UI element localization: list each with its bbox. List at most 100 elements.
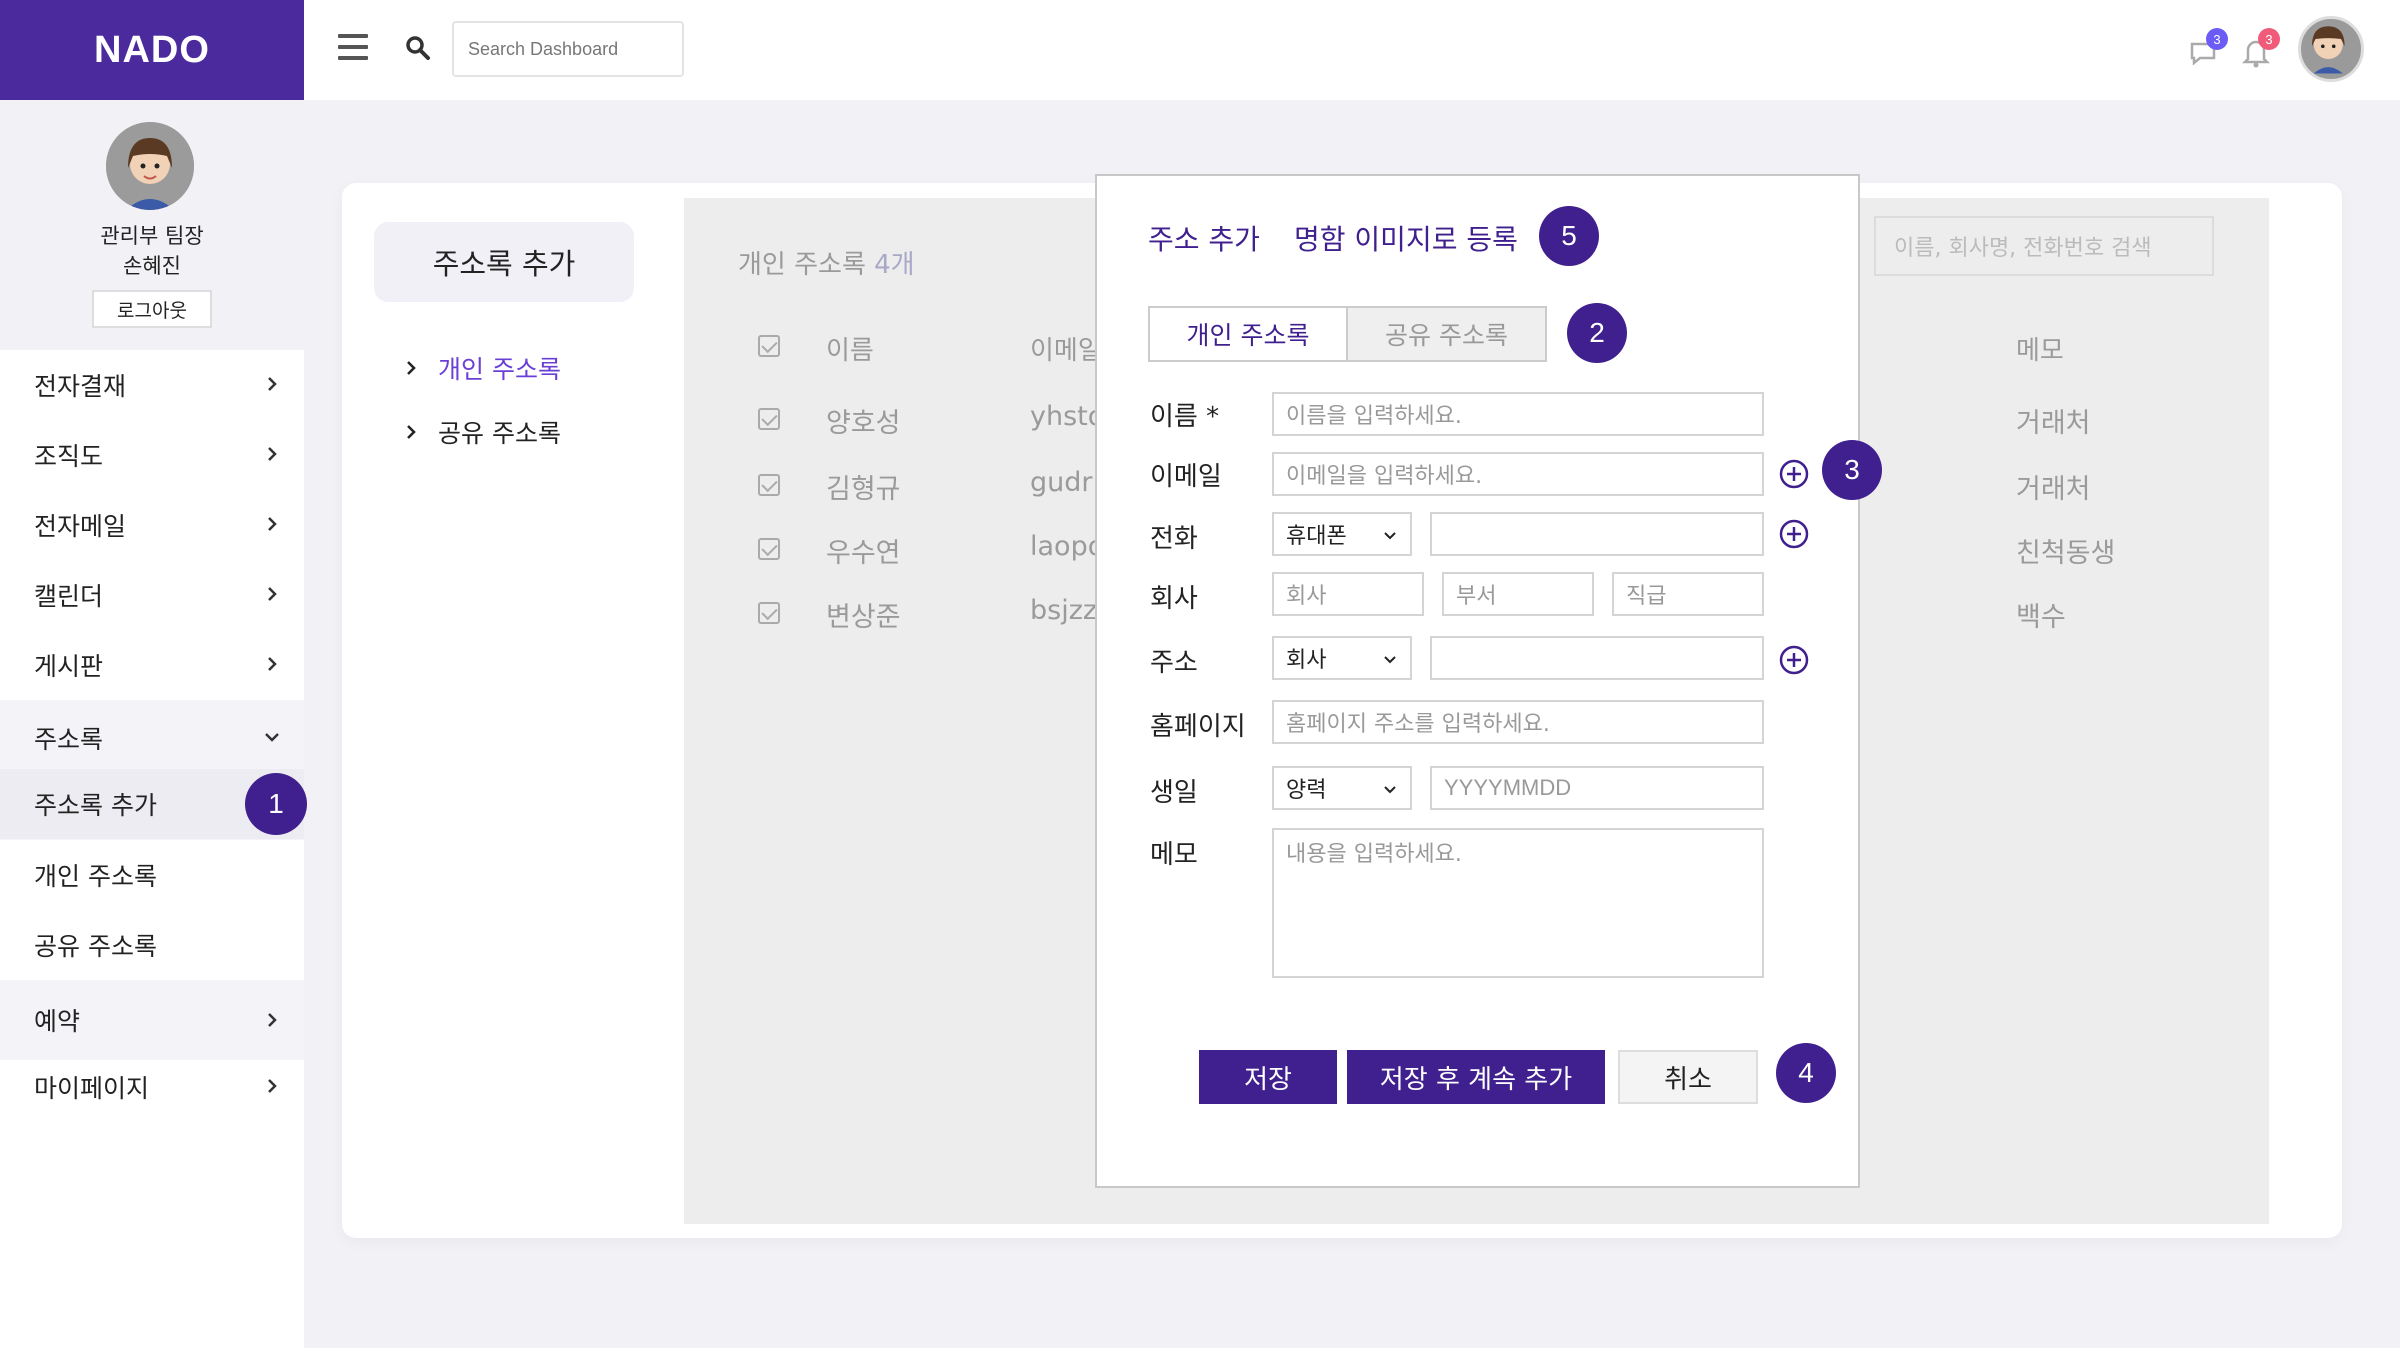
address-input[interactable]: [1430, 636, 1764, 680]
save-and-continue-button[interactable]: 저장 후 계속 추가: [1347, 1050, 1605, 1104]
step-marker-5: 5: [1539, 206, 1599, 266]
address-label: 주소: [1150, 648, 1198, 678]
phone-input[interactable]: [1430, 512, 1764, 556]
sidebar-item-label: 공유 주소록: [34, 932, 157, 961]
table-cell-email: bsjzz: [1030, 595, 1096, 626]
profile-role: 관리부 팀장: [100, 224, 204, 248]
sidebar-item-label: 개인 주소록: [34, 862, 157, 891]
memo-label: 메모: [1150, 840, 1198, 870]
homepage-label: 홈페이지: [1150, 712, 1246, 742]
sidebar-item-personal-addressbook[interactable]: 개인 주소록: [0, 840, 304, 910]
user-avatar[interactable]: [2298, 16, 2364, 82]
dashboard-search-input[interactable]: [452, 21, 684, 77]
sidebar-item-label: 게시판: [34, 652, 104, 681]
phone-type-select[interactable]: 휴대폰: [1272, 512, 1412, 556]
chevron-right-icon: [268, 1013, 277, 1027]
search-icon[interactable]: [404, 34, 432, 62]
subnav-link-label: 공유 주소록: [438, 419, 561, 448]
list-count: 개인 주소록 4개: [738, 244, 915, 281]
address-type-select[interactable]: 회사: [1272, 636, 1412, 680]
subnav-link-label: 개인 주소록: [438, 355, 561, 384]
sidebar-item-org-chart[interactable]: 조직도: [0, 420, 304, 490]
phone-label: 전화: [1150, 524, 1198, 554]
logout-button[interactable]: 로그아웃: [92, 290, 212, 328]
add-email-icon[interactable]: [1778, 458, 1810, 490]
segment-shared-addressbook[interactable]: 공유 주소록: [1346, 306, 1547, 362]
tab-add-address[interactable]: 주소 추가: [1148, 218, 1260, 258]
chevron-down-icon: [1384, 532, 1396, 540]
chevron-down-icon: [1384, 786, 1396, 794]
homepage-input[interactable]: 홈페이지 주소를 입력하세요.: [1272, 700, 1764, 744]
tab-register-business-card[interactable]: 명함 이미지로 등록: [1294, 218, 1518, 258]
department-input[interactable]: 부서: [1442, 572, 1594, 616]
sidebar-item-board[interactable]: 게시판: [0, 630, 304, 700]
email-input[interactable]: 이메일을 입력하세요.: [1272, 452, 1764, 496]
chevron-right-icon: [268, 587, 277, 601]
list-count-label: 개인 주소록: [738, 250, 866, 280]
row-checkbox[interactable]: [758, 408, 780, 430]
sidebar-item-calendar[interactable]: 캘린더: [0, 560, 304, 630]
app-logo[interactable]: NADO: [0, 0, 304, 100]
phone-type-value: 휴대폰: [1286, 524, 1347, 549]
subnav-link-personal[interactable]: 개인 주소록: [402, 350, 561, 386]
chevron-down-icon: [265, 733, 279, 742]
table-cell-name: 양호성: [826, 408, 901, 439]
position-input[interactable]: 직급: [1612, 572, 1764, 616]
sidebar-item-mypage[interactable]: 마이페이지: [0, 1052, 304, 1122]
list-count-value: 4개: [874, 250, 915, 280]
chevron-right-icon: [268, 1079, 277, 1093]
add-address-icon[interactable]: [1778, 644, 1810, 676]
birthday-calendar-value: 양력: [1286, 778, 1327, 803]
table-cell-memo: 친척동생: [2016, 538, 2116, 569]
chevron-right-icon: [407, 361, 416, 375]
chevron-right-icon: [407, 425, 416, 439]
sidebar-item-label: 마이페이지: [34, 1074, 150, 1103]
hamburger-menu-icon[interactable]: [338, 34, 368, 60]
birthday-input[interactable]: YYYYMMDD: [1430, 766, 1764, 810]
row-checkbox[interactable]: [758, 474, 780, 496]
sidebar-item-addressbook[interactable]: 주소록: [0, 703, 304, 773]
alert-count-badge: 3: [2258, 28, 2280, 50]
table-cell-name: 김형규: [826, 474, 901, 505]
sidebar-item-email[interactable]: 전자메일: [0, 490, 304, 560]
sidebar-item-label: 캘린더: [34, 582, 104, 611]
step-marker-4: 4: [1776, 1043, 1836, 1103]
list-search-input[interactable]: 이름, 회사명, 전화번호 검색: [1874, 216, 2214, 276]
table-cell-memo: 거래처: [2016, 474, 2091, 505]
sidebar-item-label: 조직도: [34, 442, 104, 471]
birthday-label: 생일: [1150, 778, 1198, 808]
step-marker-1: 1: [245, 773, 307, 835]
chevron-right-icon: [268, 657, 277, 671]
chevron-down-icon: [1384, 656, 1396, 664]
table-cell-name: 변상준: [826, 602, 901, 633]
name-input[interactable]: 이름을 입력하세요.: [1272, 392, 1764, 436]
birthday-calendar-select[interactable]: 양력: [1272, 766, 1412, 810]
table-cell-email: gudr: [1030, 467, 1093, 498]
row-checkbox[interactable]: [758, 602, 780, 624]
page-title: 주소록 추가: [374, 222, 634, 302]
table-cell-email: yhsto: [1030, 401, 1096, 432]
subnav-link-shared[interactable]: 공유 주소록: [402, 414, 561, 450]
add-phone-icon[interactable]: [1778, 518, 1810, 550]
table-cell-memo: 거래처: [2016, 408, 2091, 439]
segment-personal-addressbook[interactable]: 개인 주소록: [1148, 306, 1348, 362]
sidebar-item-label: 전자메일: [34, 512, 127, 541]
select-all-checkbox[interactable]: [758, 335, 780, 357]
save-button[interactable]: 저장: [1199, 1050, 1337, 1104]
message-notification-button[interactable]: 3: [2186, 28, 2228, 70]
row-checkbox[interactable]: [758, 538, 780, 560]
company-input[interactable]: 회사: [1272, 572, 1424, 616]
message-count-badge: 3: [2206, 28, 2228, 50]
email-label: 이메일: [1150, 462, 1222, 492]
column-header-name: 이름: [826, 336, 874, 366]
sidebar-item-reservation[interactable]: 예약: [0, 980, 304, 1060]
alert-notification-button[interactable]: 3: [2238, 28, 2280, 70]
top-bar: NADO 3 3: [0, 0, 2400, 100]
table-cell-memo: 백수: [2016, 602, 2066, 633]
sidebar-item-approval[interactable]: 전자결재: [0, 350, 304, 420]
profile-name: 손혜진: [123, 254, 181, 278]
sidebar: 관리부 팀장 손혜진 로그아웃 전자결재 조직도 전자메일 캘린더 게시판 주소…: [0, 100, 304, 1348]
sidebar-item-shared-addressbook[interactable]: 공유 주소록: [0, 910, 304, 980]
cancel-button[interactable]: 취소: [1618, 1050, 1758, 1104]
memo-textarea[interactable]: 내용을 입력하세요.: [1272, 828, 1764, 978]
